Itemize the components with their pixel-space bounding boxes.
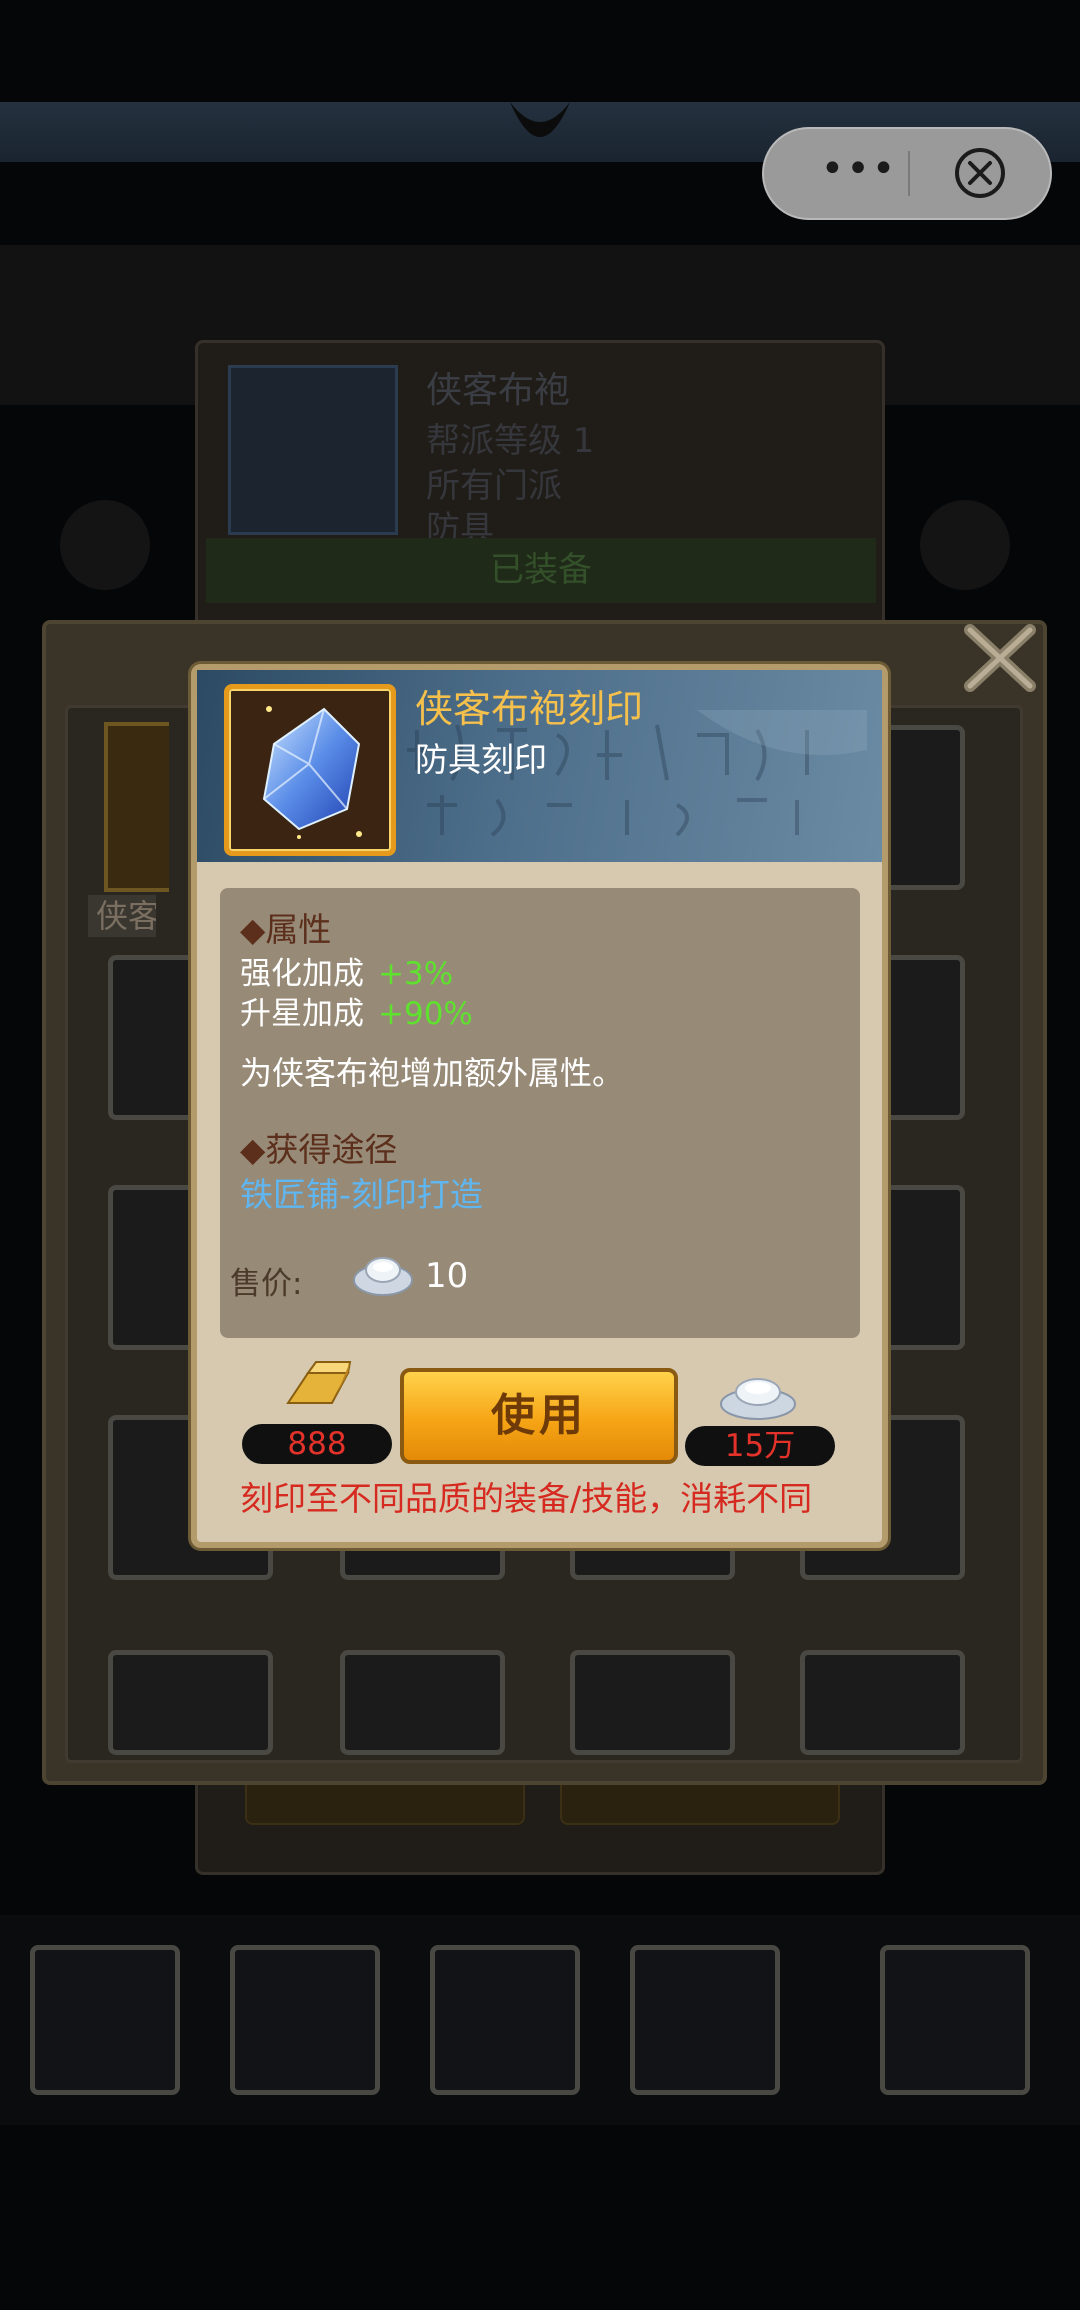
attribute-name: 升星加成 (240, 996, 364, 1032)
background-slot (430, 1945, 580, 2095)
attribute-row: 升星加成 +90% (240, 988, 473, 1033)
background-item-name: 侠客布袍 (426, 370, 571, 411)
bag-item-slot-selected[interactable] (104, 722, 169, 892)
background-sect: 所有门派 (426, 466, 562, 506)
item-description: 为侠客布袍增加额外属性。 (240, 1054, 625, 1092)
silver-ingot-icon (353, 1257, 413, 1296)
mini-program-capsule: ••• (762, 127, 1052, 220)
background-slot (230, 1945, 380, 2095)
background-slot (30, 1945, 180, 2095)
bag-slot[interactable] (800, 1650, 965, 1755)
gold-amount: 888 (242, 1424, 392, 1464)
more-icon[interactable]: ••• (809, 149, 909, 199)
background-item-thumbnail (228, 365, 398, 535)
silver-amount: 15万 (685, 1426, 835, 1466)
background-bottom-bar (0, 1915, 1080, 2125)
bag-slot[interactable] (108, 1650, 273, 1755)
attribute-name: 强化加成 (240, 956, 364, 992)
attributes-heading: ◆属性 (240, 910, 332, 949)
crystal-icon (262, 706, 362, 839)
bag-slot[interactable] (570, 1650, 735, 1755)
item-title: 侠客布袍刻印 (415, 687, 644, 731)
bag-slot[interactable] (340, 1650, 505, 1755)
background-equipped-bar: 已装备 (206, 538, 876, 603)
attribute-row: 强化加成 +3% (240, 948, 453, 993)
close-circle-icon[interactable] (955, 148, 1005, 198)
price-value: 10 (425, 1256, 469, 1296)
attribute-value: +90% (378, 996, 473, 1032)
background-slot (630, 1945, 780, 2095)
bag-item-label: 侠客布 (88, 895, 156, 937)
consumption-warning: 刻印至不同品质的装备/技能，消耗不同 (240, 1479, 813, 1518)
background-slot (880, 1945, 1030, 2095)
background-guild-level: 帮派等级 1 (426, 421, 595, 461)
source-link[interactable]: 铁匠铺-刻印打造 (240, 1168, 483, 1216)
background-side-button (60, 500, 150, 590)
gold-bar-icon (286, 1361, 352, 1404)
use-button[interactable]: 使用 (400, 1368, 678, 1464)
bag-close-icon[interactable] (955, 618, 1045, 698)
attribute-value: +3% (378, 956, 454, 992)
item-icon-frame (224, 684, 396, 856)
source-heading: ◆获得途径 (240, 1130, 398, 1169)
background-side-button (920, 500, 1010, 590)
capsule-divider (908, 151, 910, 196)
price-label: 售价: (230, 1266, 303, 1302)
item-subtitle: 防具刻印 (415, 740, 547, 779)
silver-ingot-icon (720, 1378, 796, 1420)
banner-ornament-icon (510, 102, 570, 137)
